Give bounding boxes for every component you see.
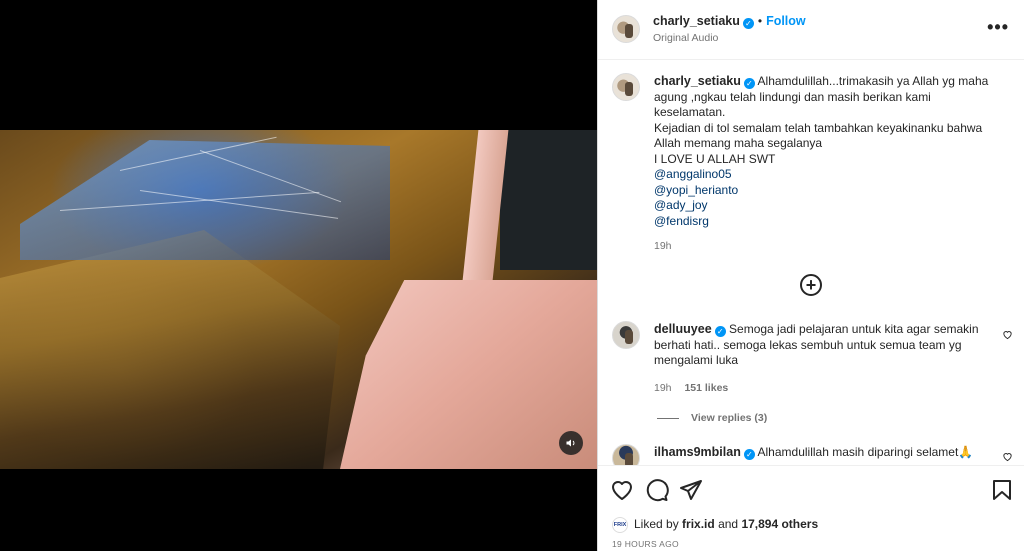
audio-label[interactable]: Original Audio: [653, 32, 718, 44]
caption-avatar[interactable]: [612, 73, 640, 101]
caption-time[interactable]: 19h: [654, 240, 672, 252]
comment-time[interactable]: 19h: [654, 382, 672, 394]
speaker-icon: [566, 439, 575, 447]
comment-text-line: berhati hati.. semoga lekas sembuh untuk…: [654, 337, 962, 352]
post-timestamp[interactable]: 19 HOURS AGO: [612, 539, 679, 549]
liked-count[interactable]: 17,894 others: [741, 517, 818, 531]
mute-button[interactable]: [559, 431, 583, 455]
comment-avatar[interactable]: [612, 321, 640, 349]
heart-icon[interactable]: [610, 478, 634, 502]
caption-text-line: Kejadian di tol semalam telah tambahkan …: [654, 120, 983, 135]
video-frame-interior: [500, 130, 597, 270]
follow-button[interactable]: Follow: [766, 14, 806, 28]
verified-icon: ✓: [714, 326, 726, 337]
caption-text-line: Allah memang maha segalanya: [654, 136, 823, 150]
avatar[interactable]: [612, 15, 640, 43]
comment-icon[interactable]: [645, 478, 669, 502]
view-replies-label: View replies (3): [691, 412, 768, 424]
comment-likes[interactable]: 151 likes: [684, 382, 728, 394]
liked-prefix: Liked by: [634, 517, 679, 532]
media-area: [0, 0, 597, 551]
header-username[interactable]: charly_setiaku: [653, 14, 740, 28]
caption-text-line: Alhamdulillah...trimakasih ya Allah yg m…: [757, 74, 989, 88]
comment: ilhams9mbilan ✓ Alhamdulillah masih dipar…: [598, 440, 1024, 465]
verified-icon: ✓: [743, 78, 755, 89]
video-player[interactable]: [0, 130, 597, 469]
caption-line: charly_setiaku ✓ Alhamdulillah...trimakas…: [654, 74, 1009, 90]
video-frame-hood: [0, 230, 340, 469]
plus-circle-icon: +: [805, 275, 817, 295]
liked-user[interactable]: frix.id: [682, 517, 715, 531]
liked-and: and: [718, 517, 739, 532]
comment-username[interactable]: delluuyee: [654, 322, 712, 336]
load-more-comments-button[interactable]: +: [800, 274, 822, 296]
share-icon[interactable]: [679, 478, 703, 502]
post-side-panel: charly_setiaku ✓ • Follow Original Audio ••…: [597, 0, 1024, 551]
comment-text-line: Semoga jadi pelajaran untuk kita agar se…: [729, 322, 979, 336]
comment-text-line: mengalami luka: [654, 353, 739, 367]
mention-link[interactable]: @anggalino05: [654, 167, 1009, 183]
likes-summary: FRIX Liked by frix.id and 17,894 others: [612, 517, 818, 533]
header-user-line: charly_setiaku ✓ • Follow: [653, 14, 806, 29]
bookmark-icon[interactable]: [990, 478, 1014, 502]
comment: delluuyee ✓ Semoga jadi pelajaran untuk k…: [654, 322, 999, 369]
replies-divider: [657, 417, 679, 419]
comment-text: Alhamdulillah masih diparingi selamet🙏: [757, 445, 974, 459]
mention-link[interactable]: @yopi_herianto: [654, 183, 1009, 199]
comment-username[interactable]: ilhams9mbilan: [654, 445, 741, 459]
mention-link[interactable]: @fendisrg: [654, 214, 1009, 230]
comment-line: ilhams9mbilan ✓ Alhamdulillah masih dipar…: [654, 445, 973, 461]
caption-text-line: keselamatan.: [654, 105, 726, 119]
caption-text-line: agung ,ngkau telah lindungi dan masih be…: [654, 89, 931, 104]
caption-text-line: I LOVE U ALLAH SWT: [654, 151, 776, 166]
comment-line: delluuyee ✓ Semoga jadi pelajaran untuk k…: [654, 322, 999, 338]
comment-like-heart-icon[interactable]: [1002, 329, 1013, 340]
more-options-icon[interactable]: •••: [987, 18, 1009, 36]
comment-meta: 19h 151 likes: [654, 382, 728, 394]
caption-username[interactable]: charly_setiaku: [654, 74, 741, 88]
separator-dot: •: [757, 14, 763, 28]
view-replies-button[interactable]: View replies (3): [657, 412, 767, 424]
frix-logo[interactable]: FRIX: [612, 517, 628, 533]
caption: charly_setiaku ✓ Alhamdulillah...trimakas…: [654, 74, 1009, 229]
post-header: charly_setiaku ✓ • Follow Original Audio ••…: [598, 0, 1024, 60]
comment-avatar[interactable]: [612, 444, 640, 465]
verified-icon: ✓: [743, 449, 755, 460]
mention-link[interactable]: @ady_joy: [654, 198, 1009, 214]
verified-icon: ✓: [742, 18, 754, 29]
comment-like-heart-icon[interactable]: [1002, 451, 1013, 462]
